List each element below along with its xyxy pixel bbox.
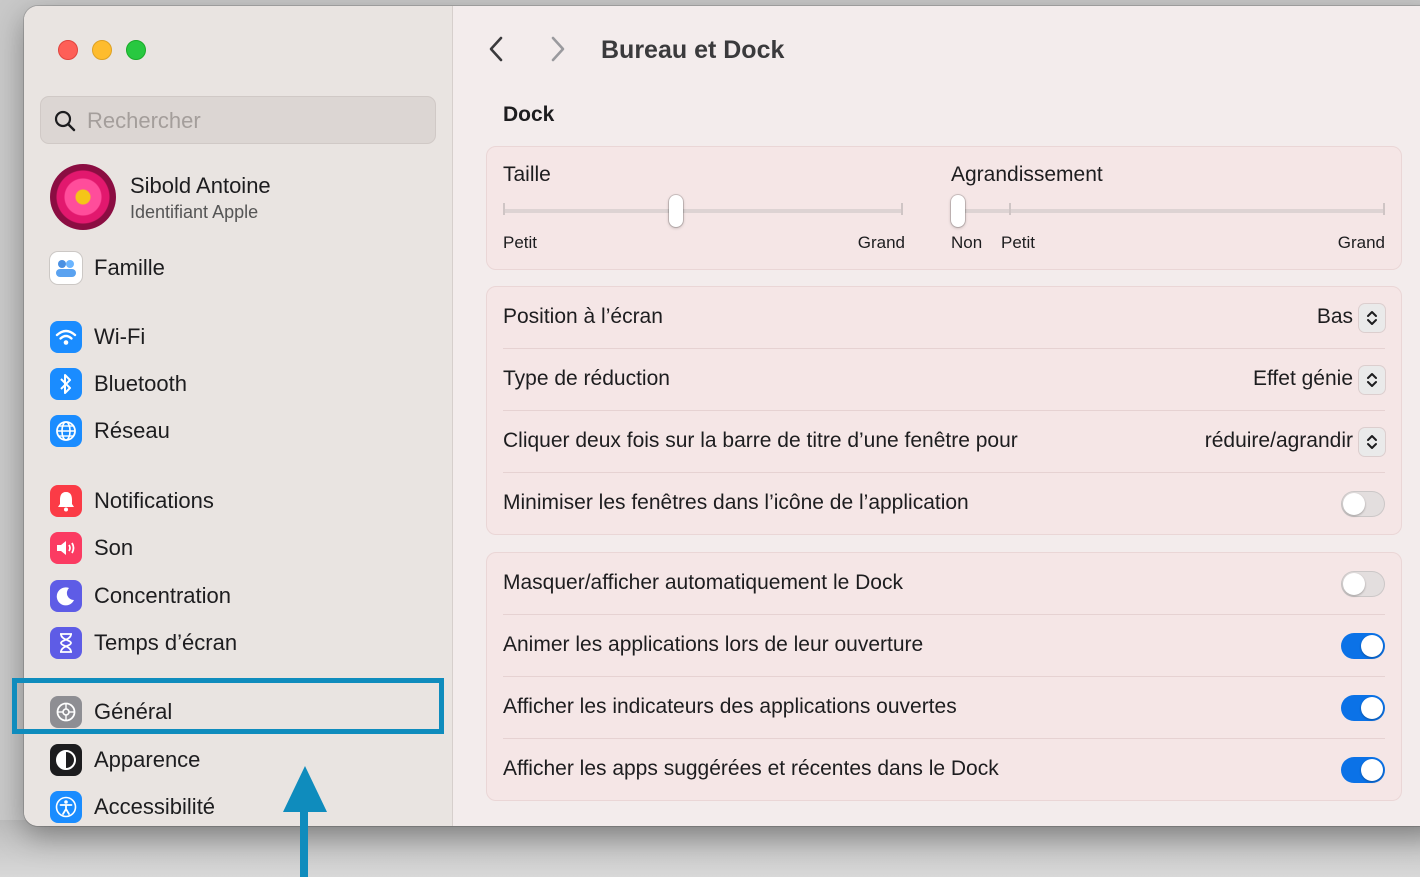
double-click-row: Cliquer deux fois sur la barre de titre … [487,411,1401,473]
sidebar-item-bluetooth[interactable]: Bluetooth [50,365,430,403]
sidebar-item-apparence[interactable]: Apparence [50,741,430,779]
minimize-into-icon-row: Minimiser les fenêtres dans l’icône de l… [487,473,1401,535]
search-field[interactable] [40,96,436,144]
apple-id-profile[interactable]: Sibold Antoine Identifiant Apple [50,164,430,232]
animate-apps-toggle[interactable] [1341,633,1385,659]
annotation-highlight-box [12,678,444,734]
search-input[interactable] [85,105,419,137]
accessibility-icon [50,791,82,823]
sidebar-item-wifi[interactable]: Wi-Fi [50,318,430,356]
chevron-up-down-icon [1367,435,1377,449]
hourglass-icon [50,627,82,659]
minimize-effect-row: Type de réduction Effet génie [487,349,1401,411]
magnification-slider-track[interactable] [951,209,1385,213]
sidebar-item-son[interactable]: Son [50,529,430,567]
toolbar: Bureau et Dock [452,6,1420,96]
animate-apps-label: Animer les applications lors de leur ouv… [503,633,924,656]
profile-subtitle: Identifiant Apple [130,202,259,222]
family-icon [50,252,82,284]
chevron-left-icon[interactable] [486,34,508,64]
search-icon [54,110,76,132]
minimize-effect-popup-button[interactable] [1359,366,1385,394]
animate-apps-row: Animer les applications lors de leur ouv… [487,615,1401,677]
size-slider-track[interactable] [503,209,903,213]
magnification-tick-max [1383,203,1385,215]
appearance-icon [50,744,82,776]
minimize-effect-label: Type de réduction [503,367,670,390]
position-value[interactable]: Bas [1317,305,1353,329]
sidebar-item-label: Wi-Fi [94,324,146,349]
size-slider-knob[interactable] [669,195,683,227]
main-pane: Bureau et Dock Dock Taille Petit Grand A… [452,6,1420,826]
sidebar-item-label: Apparence [94,747,201,772]
magnification-label: Agrandissement [951,163,1103,186]
minimize-button[interactable] [92,40,112,60]
show-indicators-row: Afficher les indicateurs des application… [487,677,1401,739]
sidebar-item-reseau[interactable]: Réseau [50,412,430,450]
position-label: Position à l’écran [503,305,663,328]
moon-icon [50,580,82,612]
dock-options-card: Position à l’écran Bas Type de réduction… [486,286,1402,535]
avatar [50,164,116,230]
magnification-max-label: Grand [1337,233,1385,252]
sidebar-item-label: Notifications [94,488,214,513]
bell-icon [50,485,82,517]
show-recent-apps-label: Afficher les apps suggérées et récentes … [503,757,999,780]
double-click-label: Cliquer deux fois sur la barre de titre … [503,429,1018,452]
magnification-slider-knob[interactable] [951,195,965,227]
speaker-icon [50,532,82,564]
page-title: Bureau et Dock [601,36,785,64]
size-min-label: Petit [503,233,538,252]
sidebar-item-label: Famille [94,255,165,280]
globe-icon [50,415,82,447]
zoom-button[interactable] [126,40,146,60]
position-popup-button[interactable] [1359,304,1385,332]
size-max-label: Grand [857,233,905,252]
show-indicators-toggle[interactable] [1341,695,1385,721]
sidebar-item-accessibilite[interactable]: Accessibilité [50,788,430,826]
sidebar-item-temps-ecran[interactable]: Temps d’écran [50,624,430,662]
sidebar-item-notifications[interactable]: Notifications [50,482,430,520]
close-button[interactable] [58,40,78,60]
sidebar-item-label: Concentration [94,583,231,608]
desktop-background [0,820,1420,877]
sidebar-item-label: Temps d’écran [94,630,238,655]
size-label: Taille [503,163,551,186]
show-recent-apps-row: Afficher les apps suggérées et récentes … [487,739,1401,801]
sidebar-item-concentration[interactable]: Concentration [50,577,430,615]
position-row: Position à l’écran Bas [487,287,1401,349]
size-tick-max [901,203,903,215]
show-recent-apps-toggle[interactable] [1341,757,1385,783]
show-indicators-label: Afficher les indicateurs des application… [503,695,957,718]
sidebar-item-label: Bluetooth [94,371,187,396]
double-click-value[interactable]: réduire/agrandir [1205,429,1353,453]
size-tick-min [503,203,505,215]
autohide-toggle[interactable] [1341,571,1385,597]
sidebar-item-label: Accessibilité [94,794,216,819]
dock-sliders-card: Taille Petit Grand Agrandissement Non Pe… [486,146,1402,270]
sidebar-item-famille[interactable]: Famille [50,249,430,287]
annotation-arrow-shaft [300,806,308,877]
magnification-tick-petit [1009,203,1011,215]
double-click-popup-button[interactable] [1359,428,1385,456]
wifi-icon [50,321,82,353]
autohide-label: Masquer/afficher automatiquement le Dock [503,571,903,594]
magnification-off-label: Non [951,233,983,252]
minimize-into-icon-label: Minimiser les fenêtres dans l’icône de l… [503,491,969,514]
chevron-up-down-icon [1367,373,1377,387]
sidebar-item-label: Réseau [94,418,170,443]
chevron-right-icon[interactable] [546,34,568,64]
window-controls [58,40,146,60]
minimize-effect-value[interactable]: Effet génie [1253,367,1353,391]
autohide-row: Masquer/afficher automatiquement le Dock [487,553,1401,615]
minimize-into-icon-toggle[interactable] [1341,491,1385,517]
dock-behavior-card: Masquer/afficher automatiquement le Dock… [486,552,1402,801]
section-title-dock: Dock [503,103,555,126]
profile-name: Sibold Antoine [130,173,271,198]
bluetooth-icon [50,368,82,400]
chevron-up-down-icon [1367,311,1377,325]
sidebar-item-label: Son [94,535,134,560]
magnification-min-label: Petit [1001,233,1036,252]
